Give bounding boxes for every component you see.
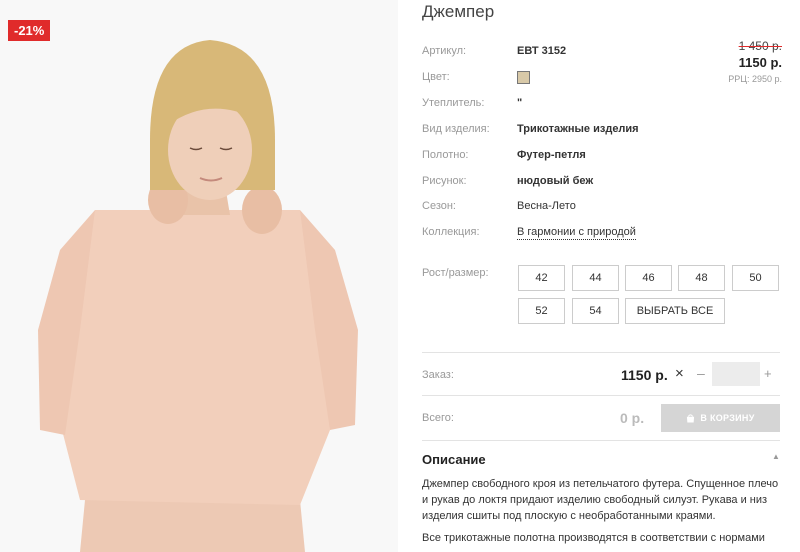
divider xyxy=(422,440,780,441)
old-price: 1 450 р. xyxy=(738,39,782,53)
description-text-2: Все трикотажные полотна производятся в с… xyxy=(422,532,765,544)
times-icon: × xyxy=(675,365,684,382)
size-label: Рост/размер: xyxy=(422,267,489,279)
order-label: Заказ: xyxy=(422,369,454,381)
product-image[interactable]: -21% xyxy=(0,0,398,552)
size-option-46[interactable]: 46 xyxy=(625,265,672,291)
season-value: Весна-Лето xyxy=(517,200,576,212)
shopping-bag-icon xyxy=(687,413,695,423)
size-option-52[interactable]: 52 xyxy=(518,298,565,324)
decrement-button[interactable]: – xyxy=(697,365,705,381)
collection-label: Коллекция: xyxy=(422,226,480,238)
insulation-value: " xyxy=(517,97,523,109)
article-value: ЕВТ 3152 xyxy=(517,45,567,57)
product-photo-illustration xyxy=(0,0,398,552)
price-box: 1 450 р. 1150 р. РРЦ: 2950 р. xyxy=(728,39,782,84)
size-option-50[interactable]: 50 xyxy=(732,265,779,291)
size-option-48[interactable]: 48 xyxy=(678,265,725,291)
current-price: 1150 р. xyxy=(738,55,782,70)
divider xyxy=(422,395,780,396)
description-text: Джемпер свободного кроя из петельчатого … xyxy=(422,478,779,522)
add-to-cart-button[interactable]: В КОРЗИНУ xyxy=(661,404,780,432)
fabric-value: Футер-петля xyxy=(517,149,586,161)
size-option-54[interactable]: 54 xyxy=(572,298,619,324)
color-label: Цвет: xyxy=(422,71,450,83)
order-price: 1150 р. xyxy=(621,367,668,383)
description-heading[interactable]: Описание xyxy=(422,452,486,467)
select-all-sizes-button[interactable]: ВЫБРАТЬ ВСЕ xyxy=(625,298,725,324)
pattern-value: нюдовый беж xyxy=(517,175,594,187)
product-details: Джемпер 1 450 р. 1150 р. РРЦ: 2950 р. Ар… xyxy=(422,0,782,552)
fabric-label: Полотно: xyxy=(422,149,469,161)
add-to-cart-label: В КОРЗИНУ xyxy=(700,413,755,423)
product-title: Джемпер xyxy=(422,2,495,21)
quantity-input[interactable] xyxy=(712,362,760,386)
collapse-caret-icon[interactable]: ▲ xyxy=(772,452,780,461)
season-label: Сезон: xyxy=(422,200,456,212)
collection-link[interactable]: В гармонии с природой xyxy=(517,226,636,240)
total-value: 0 р. xyxy=(620,410,645,426)
size-option-44[interactable]: 44 xyxy=(572,265,619,291)
size-option-42[interactable]: 42 xyxy=(518,265,565,291)
discount-badge: -21% xyxy=(8,20,51,41)
insulation-label: Утеплитель: xyxy=(422,97,485,109)
total-label: Всего: xyxy=(422,412,454,424)
article-label: Артикул: xyxy=(422,45,467,57)
color-swatch[interactable] xyxy=(517,71,530,84)
type-value: Трикотажные изделия xyxy=(517,123,639,135)
divider xyxy=(422,352,780,353)
type-label: Вид изделия: xyxy=(422,123,490,135)
pattern-label: Рисунок: xyxy=(422,175,467,187)
increment-button[interactable]: + xyxy=(764,366,772,381)
recommended-retail-price: РРЦ: 2950 р. xyxy=(728,74,782,84)
